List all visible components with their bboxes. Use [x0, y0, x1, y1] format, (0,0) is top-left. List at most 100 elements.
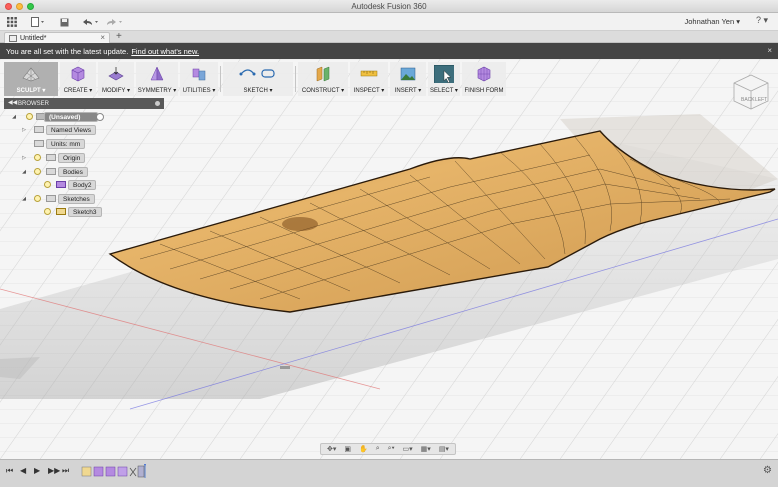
sketch-icon: [239, 69, 275, 78]
units-icon: [34, 140, 44, 147]
ribbon-insert-label: INSERT ▾: [394, 88, 422, 94]
tree-bodies[interactable]: ◢ Bodies: [4, 167, 114, 177]
viewports-icon[interactable]: ▤▾: [439, 445, 449, 453]
file-menu-icon[interactable]: [30, 16, 46, 28]
visibility-bulb-icon[interactable]: [44, 181, 51, 188]
folder-icon: [34, 126, 44, 133]
utilities-icon: [192, 68, 206, 81]
user-menu[interactable]: Johnathan Yen ▾: [685, 17, 741, 26]
tree-named-views[interactable]: ▷ Named Views: [4, 125, 114, 135]
select-cursor-icon: [434, 65, 454, 83]
look-at-icon[interactable]: ▣: [344, 445, 351, 453]
document-tab[interactable]: Untitled* ×: [4, 32, 110, 43]
update-notification-bar: You are all set with the latest update. …: [0, 43, 778, 59]
ribbon-utilities[interactable]: UTILITIES ▾: [180, 62, 218, 96]
bodies-label: Bodies: [58, 167, 88, 177]
modify-icon: [108, 67, 124, 81]
step-back-icon[interactable]: ◀: [20, 466, 26, 475]
zoom-icon[interactable]: ⌕: [376, 445, 380, 453]
ribbon-insert[interactable]: INSERT ▾: [390, 62, 426, 96]
tree-units[interactable]: Units: mm: [4, 139, 114, 149]
whats-new-link[interactable]: Find out what's new.: [131, 47, 199, 56]
expand-origin-icon[interactable]: ▷: [20, 155, 28, 161]
redo-icon[interactable]: [104, 16, 124, 28]
tree-sketch3[interactable]: Sketch3: [4, 207, 114, 217]
ribbon-symmetry-label: SYMMETRY ▾: [137, 88, 177, 94]
body2-label: Body2: [68, 180, 97, 190]
app-toolbar: Johnathan Yen ▾ ? ▾: [0, 13, 778, 31]
browser-header[interactable]: ◀◀ BROWSER: [4, 98, 164, 109]
ribbon-sketch[interactable]: SKETCH ▾: [223, 62, 293, 96]
named-views-label: Named Views: [46, 125, 96, 135]
zoom-window-icon[interactable]: ⌕▾: [388, 445, 395, 453]
folder-icon: [46, 154, 56, 161]
origin-label: Origin: [58, 153, 86, 163]
ribbon-sketch-label: SKETCH ▾: [243, 88, 273, 94]
ribbon-inspect[interactable]: INSPECT ▾: [350, 62, 388, 96]
tree-body2[interactable]: Body2: [4, 180, 114, 190]
ribbon-finish-form[interactable]: FINISH FORM: [462, 62, 506, 96]
window-title-bar: Autodesk Fusion 360: [0, 0, 778, 13]
ribbon-construct[interactable]: CONSTRUCT ▾: [298, 62, 348, 96]
visibility-bulb-icon[interactable]: [34, 195, 41, 202]
help-icon[interactable]: ? ▾: [756, 15, 768, 26]
expand-sketches-icon[interactable]: ◢: [20, 196, 28, 202]
document-tab-icon: [9, 34, 17, 42]
notification-close-icon[interactable]: ×: [767, 46, 772, 55]
window-title: Autodesk Fusion 360: [351, 2, 427, 11]
tab-close-icon[interactable]: ×: [100, 33, 105, 42]
insert-image-icon: [400, 67, 416, 81]
expand-root-icon[interactable]: ◢: [10, 114, 18, 120]
finish-form-icon: [477, 66, 491, 82]
display-settings-icon[interactable]: ▭▾: [403, 445, 413, 453]
view-cube-left-face: LEFT: [755, 97, 767, 103]
body-icon: [56, 181, 66, 188]
ribbon-modify[interactable]: MODIFY ▾: [98, 62, 134, 96]
activate-radio-icon[interactable]: [96, 113, 104, 121]
timeline-track[interactable]: [80, 464, 146, 478]
orbit-icon[interactable]: ✥▾: [327, 445, 336, 453]
ribbon-construct-label: CONSTRUCT ▾: [301, 88, 345, 94]
origin-marker: [280, 366, 290, 369]
browser-title: BROWSER: [18, 100, 50, 107]
sculpt-grid-icon: [22, 67, 40, 82]
new-tab-icon[interactable]: +: [116, 31, 122, 42]
construct-plane-icon: [316, 66, 330, 82]
view-cube[interactable]: BACK LEFT: [730, 71, 772, 113]
go-to-end-icon[interactable]: ⏭: [62, 466, 69, 476]
browser-pin-icon[interactable]: [155, 101, 160, 106]
step-forward-icon[interactable]: ▶▶: [48, 466, 60, 475]
model-scene[interactable]: [0, 59, 778, 459]
ribbon-select-label: SELECT ▾: [430, 88, 458, 94]
folder-icon: [46, 168, 56, 175]
ribbon-utilities-label: UTILITIES ▾: [182, 88, 216, 94]
timeline-settings-gear-icon[interactable]: ⚙: [763, 465, 772, 476]
expand-bodies-icon[interactable]: ◢: [20, 169, 28, 175]
visibility-bulb-icon[interactable]: [34, 154, 41, 161]
tree-root[interactable]: ◢ (Unsaved): [4, 112, 114, 122]
expand-named-views-icon[interactable]: ▷: [20, 127, 28, 133]
visibility-bulb-icon[interactable]: [26, 113, 33, 120]
tree-origin[interactable]: ▷ Origin: [4, 153, 114, 163]
symmetry-icon: [150, 66, 164, 81]
browser-collapse-icon[interactable]: ◀◀: [8, 99, 17, 106]
ribbon-sculpt-workspace[interactable]: SCULPT ▾: [4, 62, 58, 96]
app-grid-icon[interactable]: [6, 16, 18, 28]
visibility-bulb-icon[interactable]: [44, 208, 51, 215]
play-icon[interactable]: ▶: [34, 466, 40, 475]
tree-sketches[interactable]: ◢ Sketches: [4, 194, 114, 204]
root-label: (Unsaved): [44, 112, 98, 122]
canvas-viewport[interactable]: [0, 59, 778, 459]
go-to-start-icon[interactable]: ⏮: [6, 466, 13, 476]
grid-settings-icon[interactable]: ▦▾: [421, 445, 431, 453]
pan-icon[interactable]: ✋: [359, 445, 368, 453]
ribbon-symmetry[interactable]: SYMMETRY ▾: [136, 62, 178, 96]
save-icon[interactable]: [58, 16, 70, 28]
ribbon-select[interactable]: SELECT ▾: [428, 62, 460, 96]
units-label: Units: mm: [46, 139, 86, 149]
undo-icon[interactable]: [80, 16, 100, 28]
visibility-bulb-icon[interactable]: [34, 168, 41, 175]
document-tab-label: Untitled*: [20, 34, 47, 42]
ribbon-create-label: CREATE ▾: [63, 88, 93, 94]
ribbon-create[interactable]: CREATE ▾: [60, 62, 96, 96]
